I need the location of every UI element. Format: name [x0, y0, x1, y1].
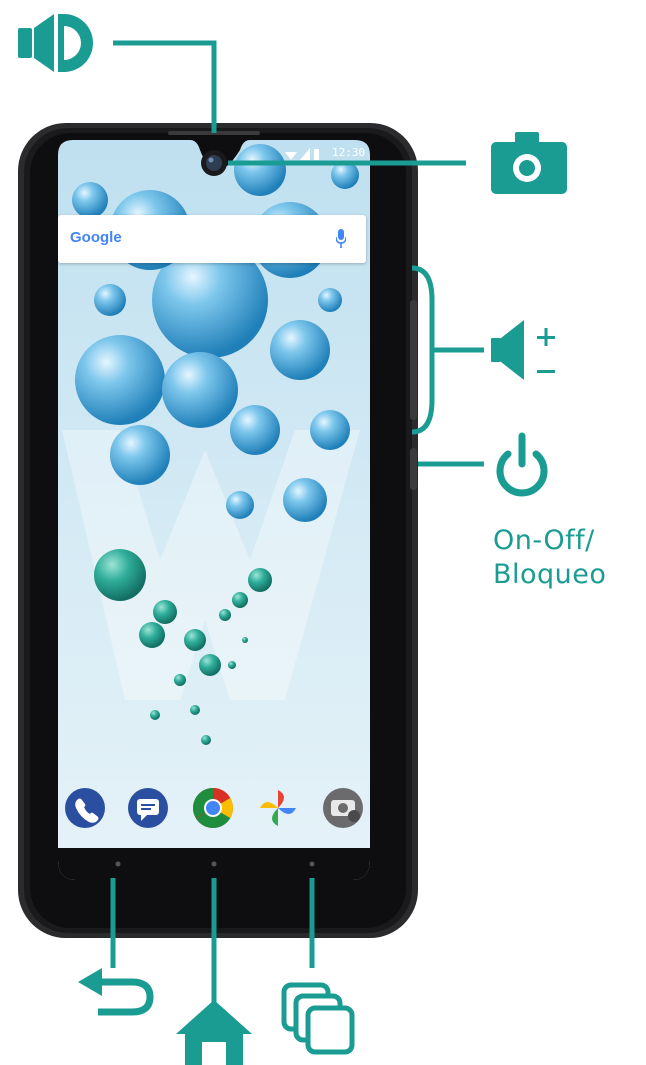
camera-app-icon[interactable] — [323, 788, 363, 828]
status-time: 12:30 — [332, 146, 366, 159]
volume-plus-minus-icon — [491, 320, 555, 380]
camera-icon — [491, 132, 567, 194]
phone-app-icon[interactable] — [65, 788, 105, 828]
chrome-app-icon[interactable] — [193, 788, 233, 828]
messages-app-icon[interactable] — [128, 788, 168, 828]
home-icon — [176, 1000, 252, 1065]
power-icon — [496, 432, 548, 497]
google-logo-text: Google — [70, 229, 122, 246]
front-camera — [201, 150, 227, 176]
recents-icon — [281, 982, 355, 1055]
power-label: On-Off/ Bloqueo — [493, 524, 606, 592]
power-label-line2: Bloqueo — [493, 559, 607, 590]
power-label-line1: On-Off/ — [493, 525, 595, 556]
volume-rocker[interactable] — [410, 300, 417, 420]
microphone-icon[interactable] — [336, 229, 346, 249]
back-icon — [78, 968, 154, 1016]
google-search-bar[interactable]: Google — [58, 215, 366, 263]
speaker-icon — [18, 14, 93, 72]
power-key[interactable] — [410, 448, 417, 490]
